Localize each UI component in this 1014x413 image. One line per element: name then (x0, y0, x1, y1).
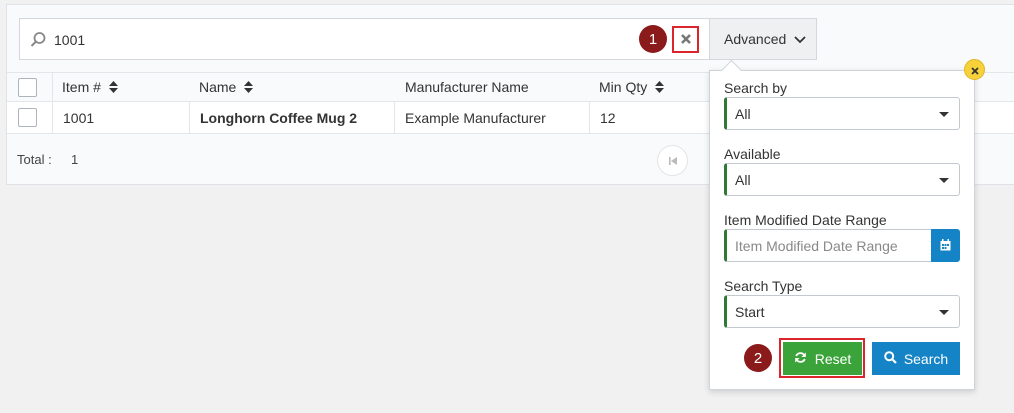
total-value: 1 (71, 152, 79, 167)
calendar-button[interactable] (931, 229, 960, 262)
search-type-select[interactable]: Start (724, 295, 960, 328)
column-min-qty-label: Min Qty (599, 79, 648, 95)
refresh-icon (794, 351, 807, 367)
reset-button[interactable]: Reset (783, 342, 862, 375)
column-name[interactable]: Name (199, 73, 254, 101)
search-by-value: All (735, 105, 751, 122)
calendar-icon (940, 238, 951, 254)
close-icon (970, 62, 979, 78)
advanced-search-button[interactable]: Advanced (709, 18, 817, 60)
column-manufacturer: Manufacturer Name (405, 73, 529, 101)
callout-badge-1: 1 (639, 25, 667, 53)
cell-manufacturer: Example Manufacturer (405, 109, 546, 126)
search-type-label: Search Type (724, 278, 803, 294)
close-icon (680, 32, 692, 48)
total-label: Total : (17, 152, 52, 167)
sort-icon (655, 81, 665, 93)
caret-down-icon (939, 112, 949, 117)
column-min-qty[interactable]: Min Qty (599, 73, 665, 101)
column-item-number[interactable]: Item # (62, 73, 118, 101)
reset-label: Reset (814, 350, 852, 367)
column-name-label: Name (199, 79, 237, 95)
search-type-value: Start (735, 303, 765, 320)
advanced-label: Advanced (724, 31, 787, 47)
search-button-label: Search (903, 350, 949, 367)
sort-icon (244, 81, 254, 93)
search-by-label: Search by (724, 80, 788, 96)
search-icon (29, 31, 47, 49)
caret-down-icon (939, 178, 949, 183)
column-manufacturer-label: Manufacturer Name (405, 79, 529, 95)
column-item-label: Item # (62, 79, 101, 95)
search-by-select[interactable]: All (724, 97, 960, 130)
available-label: Available (724, 146, 781, 162)
chevron-down-icon (794, 31, 806, 47)
cell-item-number: 1001 (63, 109, 95, 126)
available-value: All (735, 171, 751, 188)
date-range-input[interactable]: Item Modified Date Range (724, 229, 932, 262)
row-checkbox[interactable] (18, 108, 37, 127)
skip-first-icon (668, 153, 678, 169)
search-input[interactable]: 1001 (54, 31, 85, 49)
callout-badge-2: 2 (744, 344, 772, 372)
search-box[interactable] (19, 18, 710, 60)
select-all-checkbox[interactable] (18, 77, 37, 97)
search-button[interactable]: Search (872, 342, 960, 375)
sort-icon (108, 81, 118, 93)
available-select[interactable]: All (724, 163, 960, 196)
search-icon (884, 350, 897, 367)
cell-name[interactable]: Longhorn Coffee Mug 2 (200, 102, 357, 133)
first-page-button[interactable] (657, 145, 688, 176)
clear-search-button[interactable] (672, 26, 699, 53)
caret-down-icon (939, 310, 949, 315)
cell-min-qty: 12 (600, 109, 616, 126)
close-popover-button[interactable] (964, 59, 985, 80)
date-range-label: Item Modified Date Range (724, 212, 887, 228)
